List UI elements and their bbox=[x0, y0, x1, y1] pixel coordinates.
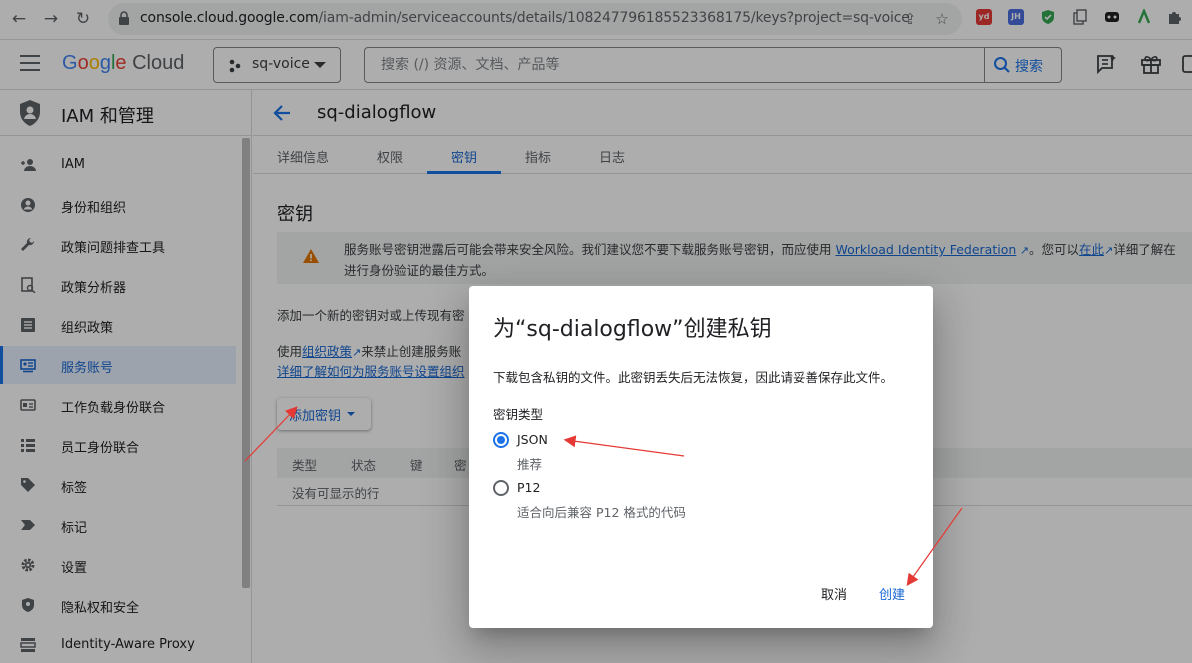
dialog-title: 为“sq-dialogflow”创建私钥 bbox=[493, 317, 772, 342]
json-option-subtitle: 推荐 bbox=[517, 457, 543, 472]
create-private-key-dialog: 为“sq-dialogflow”创建私钥 下载包含私钥的文件。此密钥丢失后无法恢… bbox=[469, 286, 933, 628]
cancel-button[interactable]: 取消 bbox=[821, 584, 847, 603]
dialog-description: 下载包含私钥的文件。此密钥丢失后无法恢复，因此请妥善保存此文件。 bbox=[493, 370, 894, 385]
p12-option-subtitle: 适合向后兼容 P12 格式的代码 bbox=[517, 505, 686, 520]
p12-radio[interactable] bbox=[493, 480, 509, 496]
create-button[interactable]: 创建 bbox=[879, 584, 905, 603]
key-type-label: 密钥类型 bbox=[493, 407, 544, 422]
json-radio[interactable] bbox=[493, 432, 509, 448]
p12-option-label[interactable]: P12 bbox=[517, 480, 540, 495]
json-option-label[interactable]: JSON bbox=[517, 432, 548, 447]
